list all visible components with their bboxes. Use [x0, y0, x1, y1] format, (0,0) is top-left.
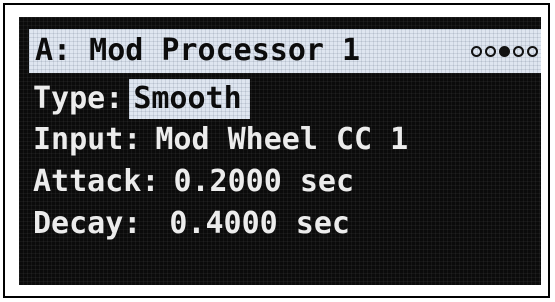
- decay-value[interactable]: 0.4000 sec: [169, 204, 350, 244]
- param-row-attack[interactable]: Attack: 0.2000 sec: [33, 162, 354, 202]
- param-row-input[interactable]: Input: Mod Wheel CC 1: [33, 120, 408, 160]
- lcd-display: A: Mod Processor 1 Type: Smooth Input: M…: [19, 17, 541, 285]
- attack-label: Attack:: [33, 164, 160, 199]
- page-dot-1: [471, 45, 482, 57]
- title-bar: A: Mod Processor 1: [29, 29, 541, 73]
- attack-value[interactable]: 0.2000 sec: [173, 162, 354, 202]
- page-dot-3-active: [499, 45, 510, 57]
- input-label: Input:: [33, 122, 142, 157]
- input-value[interactable]: Mod Wheel CC 1: [155, 120, 408, 160]
- type-label: Type:: [33, 81, 124, 116]
- type-value-selected[interactable]: Smooth: [129, 79, 249, 119]
- page-dot-5: [527, 45, 538, 57]
- page-dot-4: [513, 45, 524, 57]
- page-indicator: [471, 45, 538, 57]
- param-row-decay[interactable]: Decay: 0.4000 sec: [33, 204, 350, 244]
- screen-frame: A: Mod Processor 1 Type: Smooth Input: M…: [3, 3, 550, 298]
- param-row-type[interactable]: Type: Smooth: [33, 79, 250, 119]
- page-title: A: Mod Processor 1: [35, 33, 361, 68]
- decay-label: Decay:: [33, 206, 142, 241]
- page-dot-2: [485, 45, 496, 57]
